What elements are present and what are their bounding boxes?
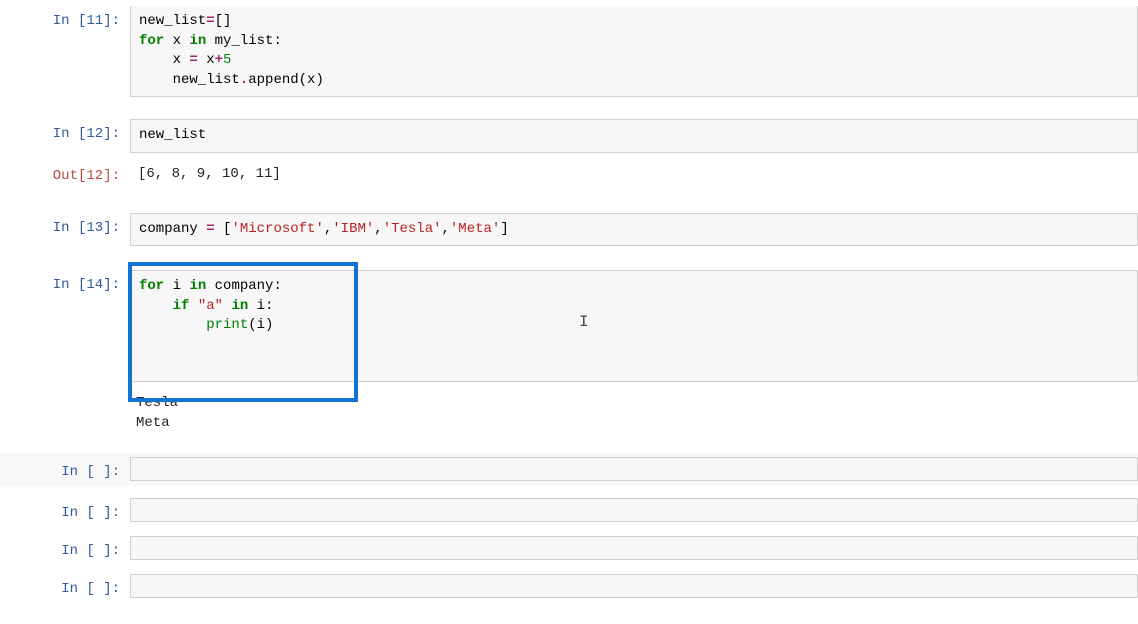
code-input-11[interactable]: new_list=[] for x in my_list: x = x+5 ne… bbox=[130, 6, 1138, 97]
output-cell-14: Tesla Meta bbox=[0, 388, 1138, 439]
code-cell-14[interactable]: In [14]: for i in company: if "a" in i: … bbox=[0, 268, 1138, 384]
notebook: In [11]: new_list=[] for x in my_list: x… bbox=[0, 4, 1138, 624]
output-cell-12: Out[12]: [6, 8, 9, 10, 11] bbox=[0, 159, 1138, 191]
code-input-13[interactable]: company = ['Microsoft','IBM','Tesla','Me… bbox=[130, 213, 1138, 247]
code-cell-11[interactable]: In [11]: new_list=[] for x in my_list: x… bbox=[0, 4, 1138, 99]
empty-cell-4[interactable]: In [ ]: bbox=[0, 572, 1138, 600]
empty-cell-2[interactable]: In [ ]: bbox=[0, 496, 1138, 524]
code-input-14[interactable]: for i in company: if "a" in i: print(i) … bbox=[130, 270, 1138, 382]
output-12: [6, 8, 9, 10, 11] bbox=[130, 161, 1138, 189]
output-14: Tesla Meta bbox=[130, 390, 1138, 437]
prompt-in-13: In [13]: bbox=[0, 213, 130, 237]
prompt-empty-1: In [ ]: bbox=[0, 457, 130, 481]
prompt-out-12: Out[12]: bbox=[0, 161, 130, 185]
prompt-in-11: In [11]: bbox=[0, 6, 130, 30]
empty-cell-1[interactable]: In [ ]: bbox=[0, 453, 1138, 485]
prompt-out-14-empty bbox=[0, 390, 130, 396]
prompt-in-14: In [14]: bbox=[0, 270, 130, 294]
text-cursor-icon: I bbox=[579, 311, 589, 333]
highlighted-region: In [14]: for i in company: if "a" in i: … bbox=[0, 268, 1138, 439]
code-input-empty-3[interactable] bbox=[130, 536, 1138, 560]
empty-cell-3[interactable]: In [ ]: bbox=[0, 534, 1138, 562]
code-input-empty-1[interactable] bbox=[130, 457, 1138, 481]
code-cell-12[interactable]: In [12]: new_list bbox=[0, 117, 1138, 155]
prompt-empty-4: In [ ]: bbox=[0, 574, 130, 598]
prompt-empty-2: In [ ]: bbox=[0, 498, 130, 522]
code-cell-13[interactable]: In [13]: company = ['Microsoft','IBM','T… bbox=[0, 211, 1138, 249]
code-input-12[interactable]: new_list bbox=[130, 119, 1138, 153]
prompt-empty-3: In [ ]: bbox=[0, 536, 130, 560]
code-input-empty-4[interactable] bbox=[130, 574, 1138, 598]
prompt-in-12: In [12]: bbox=[0, 119, 130, 143]
code-input-empty-2[interactable] bbox=[130, 498, 1138, 522]
